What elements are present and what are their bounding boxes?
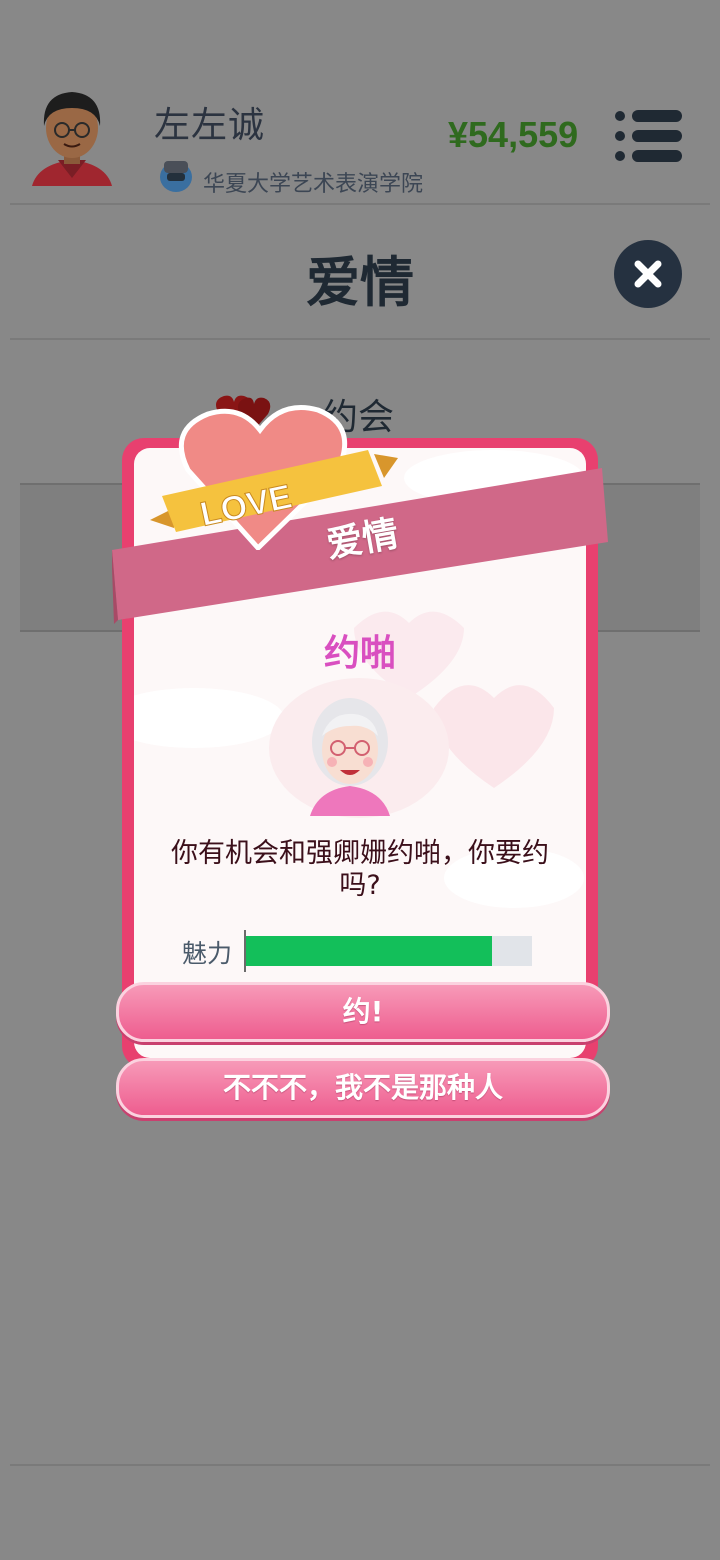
header-divider <box>10 203 710 205</box>
event-title: 约啪 <box>323 633 396 674</box>
title-divider <box>10 338 710 340</box>
charm-progress-bar <box>244 936 532 966</box>
event-description: 你有机会和强卿姗约啪，你要约吗? <box>171 838 549 901</box>
menu-list-icon[interactable] <box>612 108 684 164</box>
player-name: 左左诚 <box>154 105 266 146</box>
charm-threshold-marker <box>244 930 246 972</box>
partner-portrait <box>310 698 390 816</box>
bottom-divider <box>10 1464 710 1466</box>
accept-button[interactable]: 约! <box>116 982 610 1042</box>
close-icon <box>634 260 662 288</box>
close-button[interactable] <box>614 240 682 308</box>
player-avatar-icon[interactable] <box>28 86 116 190</box>
decline-button[interactable]: 不不不，我不是那种人 <box>116 1058 610 1118</box>
page-title: 爱情 <box>306 251 414 314</box>
charm-label: 魅力 <box>182 939 233 968</box>
school-name: 华夏大学艺术表演学院 <box>203 172 424 197</box>
charm-progress-fill <box>244 936 492 966</box>
money-balance: ¥54,559 <box>448 114 579 155</box>
helmet-icon <box>160 161 192 192</box>
